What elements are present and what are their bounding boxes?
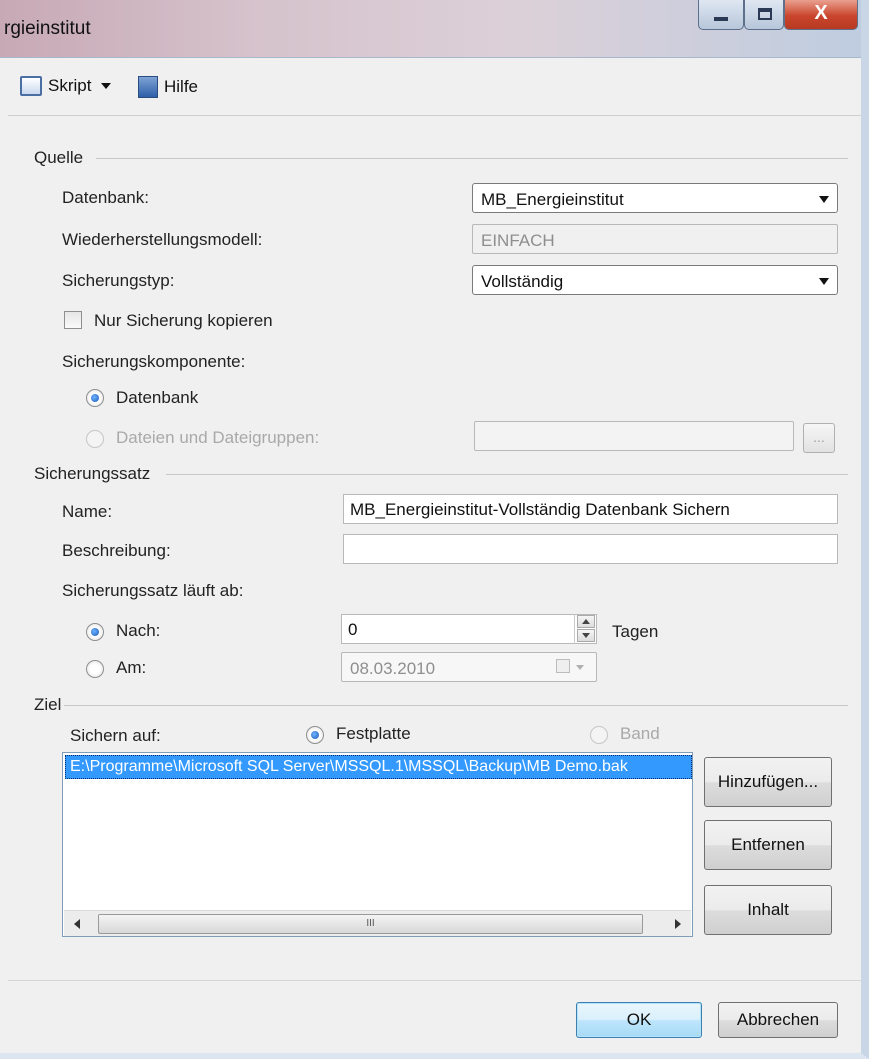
destination-list[interactable]: E:\Programme\Microsoft SQL Server\MSSQL.… [62, 752, 693, 937]
recovery-model-label: Wiederherstellungsmodell: [62, 230, 263, 249]
description-label: Beschreibung: [62, 541, 171, 560]
backup-type-select[interactable]: Vollständig [472, 265, 838, 295]
expire-on-label[interactable]: Am: [116, 658, 146, 678]
minimize-icon [714, 17, 728, 21]
browse-filegroups-button[interactable]: ... [803, 423, 835, 453]
destination-group-line [64, 705, 848, 706]
destination-group-header: Ziel [34, 695, 62, 714]
database-select[interactable]: MB_Energieinstitut [472, 183, 838, 213]
remove-button[interactable]: Entfernen [704, 820, 832, 870]
name-input[interactable]: MB_Energieinstitut-Vollständig Datenbank… [343, 494, 838, 524]
close-icon: X [814, 2, 828, 24]
ok-button[interactable]: OK [576, 1002, 702, 1038]
component-database-label[interactable]: Datenbank [116, 388, 198, 408]
days-spinner[interactable] [574, 614, 596, 644]
description-input[interactable] [343, 534, 838, 564]
date-picker-button[interactable] [552, 654, 590, 680]
expire-after-label[interactable]: Nach: [116, 621, 160, 641]
list-item[interactable]: E:\Programme\Microsoft SQL Server\MSSQL.… [65, 755, 692, 779]
expire-after-radio[interactable] [86, 623, 104, 641]
days-value: 0 [348, 620, 358, 639]
scroll-right-icon[interactable] [675, 919, 681, 929]
minimize-button[interactable] [698, 0, 744, 30]
contents-button[interactable]: Inhalt [704, 885, 832, 935]
chevron-down-icon [576, 665, 584, 670]
chevron-down-icon [819, 196, 829, 203]
title-bar[interactable]: rgieinstitut X [0, 0, 861, 58]
maximize-icon [758, 8, 772, 20]
cancel-button[interactable]: Abbrechen [718, 1002, 838, 1038]
database-label: Datenbank: [62, 188, 149, 207]
chevron-down-icon[interactable] [101, 83, 112, 89]
recovery-model-value: EINFACH [481, 231, 555, 250]
expire-date-value: 08.03.2010 [350, 659, 436, 678]
backup-type-label: Sicherungstyp: [62, 271, 175, 290]
script-button[interactable]: Skript [20, 76, 112, 96]
help-icon [138, 76, 158, 98]
tape-label[interactable]: Band [620, 724, 660, 744]
toolbar: Skript Hilfe [8, 60, 861, 116]
add-button[interactable]: Hinzufügen... [704, 757, 832, 807]
script-icon [20, 76, 42, 96]
backup-component-label: Sicherungskomponente: [62, 352, 246, 371]
window-title: rgieinstitut [4, 18, 91, 39]
chevron-down-icon [819, 278, 829, 285]
days-input[interactable]: 0 [341, 614, 597, 644]
script-label: Skript [48, 76, 92, 95]
component-database-radio[interactable] [86, 389, 104, 407]
backup-set-group-header: Sicherungssatz [34, 464, 151, 483]
source-group-line [96, 158, 848, 159]
expires-label: Sicherungssatz läuft ab: [62, 581, 244, 600]
spin-up-icon[interactable] [577, 615, 595, 628]
close-button[interactable]: X [784, 0, 858, 30]
component-files-label[interactable]: Dateien und Dateigruppen: [116, 428, 319, 448]
maximize-button[interactable] [744, 0, 784, 30]
name-label: Name: [62, 502, 113, 521]
component-files-radio[interactable] [86, 430, 104, 448]
backup-type-value: Vollständig [481, 272, 564, 291]
horizontal-scrollbar[interactable]: III [64, 910, 691, 936]
scroll-left-icon[interactable] [74, 919, 80, 929]
disk-radio[interactable] [306, 726, 324, 744]
days-unit-label: Tagen [612, 622, 659, 641]
disk-label[interactable]: Festplatte [336, 724, 411, 744]
filegroups-field [474, 421, 794, 451]
database-select-value: MB_Energieinstitut [481, 190, 624, 209]
help-button[interactable]: Hilfe [138, 76, 198, 98]
expire-on-radio[interactable] [86, 660, 104, 678]
backup-set-group-line [166, 474, 848, 475]
recovery-model-field: EINFACH [472, 224, 838, 254]
calendar-icon [556, 659, 570, 673]
backup-database-dialog: rgieinstitut X Skript Hilfe Quelle Daten… [0, 0, 869, 1059]
help-label: Hilfe [164, 77, 199, 96]
backup-to-label: Sichern auf: [70, 726, 161, 745]
copy-only-checkbox[interactable] [64, 311, 82, 329]
copy-only-label[interactable]: Nur Sicherung kopieren [94, 311, 273, 331]
tape-radio[interactable] [590, 726, 608, 744]
source-group-header: Quelle [34, 148, 84, 167]
scrollbar-thumb[interactable]: III [98, 914, 643, 934]
spin-down-icon[interactable] [577, 629, 595, 642]
